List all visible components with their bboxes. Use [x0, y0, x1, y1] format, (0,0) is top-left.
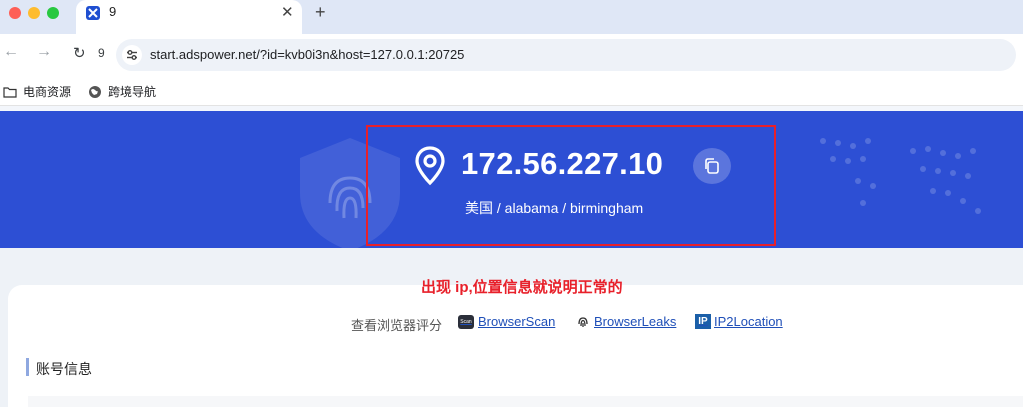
address-bar[interactable]: start.adspower.net/?id=kvb0i3n&host=127.… [116, 39, 1016, 71]
browserscan-logo-icon: Scan [458, 314, 474, 329]
folder-icon [3, 86, 17, 98]
browser-tab[interactable]: 9 ✕ [76, 0, 302, 34]
bookmarks-bar: 电商资源 跨境导航 [0, 76, 1023, 106]
bookmark-cross-border-nav[interactable]: 跨境导航 [88, 83, 156, 100]
copy-icon [705, 158, 719, 174]
ip2location-link[interactable]: IP IP2Location [695, 314, 783, 329]
browser-score-label: 查看浏览器评分 [351, 318, 443, 333]
window-zoom-button[interactable] [47, 7, 59, 19]
annotation-notice: 出现 ip,位置信息就说明正常的 [421, 279, 623, 296]
adspower-logo-icon [86, 6, 100, 20]
browserleaks-link[interactable]: BrowserLeaks [576, 314, 676, 329]
account-info-panel [28, 396, 1023, 407]
ip-location: 美国 / alabama / birmingham [465, 200, 644, 216]
bookmark-label: 跨境导航 [108, 85, 157, 99]
back-arrow-icon[interactable]: ← [3, 43, 19, 61]
tab-strip: 9 ✕ + [0, 0, 1023, 34]
reload-count: 9 [98, 46, 105, 60]
content-card [8, 285, 1023, 407]
browserscan-link[interactable]: Scan BrowserScan [458, 314, 555, 329]
account-info-title: 账号信息 [36, 361, 92, 377]
window-close-button[interactable] [9, 7, 21, 19]
browser-toolbar: ← → ↻ 9 start.adspower.net/?id=kvb0i3n&h… [0, 34, 1023, 76]
link-label: BrowserLeaks [594, 314, 677, 329]
site-settings-icon[interactable] [122, 45, 142, 65]
reload-icon[interactable]: ↻ [73, 44, 86, 62]
link-label: BrowserScan [478, 314, 556, 329]
link-label: IP2Location [714, 314, 783, 329]
copy-ip-button[interactable] [693, 148, 731, 184]
ip-address: 172.56.227.10 [461, 146, 664, 181]
new-tab-button[interactable]: + [315, 2, 326, 23]
globe-icon [89, 85, 101, 98]
world-dots-decoration [820, 138, 981, 214]
ip-hero-banner: 172.56.227.10 美国 / alabama / birmingham [0, 111, 1023, 248]
window-minimize-button[interactable] [28, 7, 40, 19]
location-pin-icon [415, 146, 445, 186]
tab-close-icon[interactable]: ✕ [281, 3, 294, 21]
section-accent-bar [26, 358, 29, 376]
fingerprint-icon [578, 316, 588, 327]
bookmark-label: 电商资源 [23, 85, 72, 99]
tab-title: 9 [109, 4, 117, 19]
ip2location-logo-icon: IP [695, 314, 711, 329]
url-text: start.adspower.net/?id=kvb0i3n&host=127.… [150, 47, 465, 62]
forward-arrow-icon[interactable]: → [36, 43, 52, 61]
bookmark-folder-ecommerce[interactable]: 电商资源 [3, 83, 71, 100]
